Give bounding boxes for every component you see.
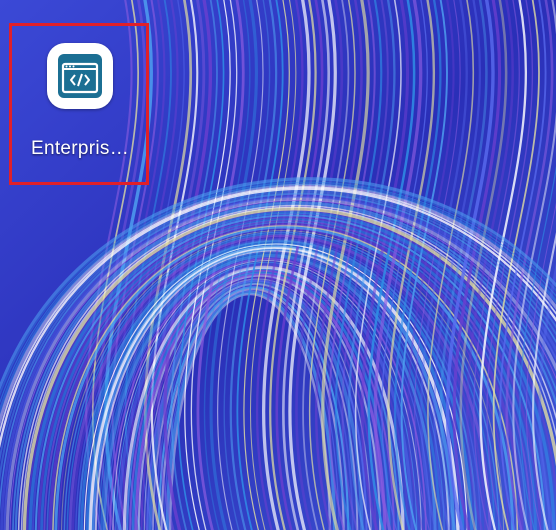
app-shortcut-enterprise[interactable]: Enterpris… [22,38,138,170]
app-label: Enterpris… [30,138,130,159]
code-window-icon [58,54,102,98]
app-icon[interactable] [47,43,113,109]
home-screen: Enterpris… [0,0,556,530]
